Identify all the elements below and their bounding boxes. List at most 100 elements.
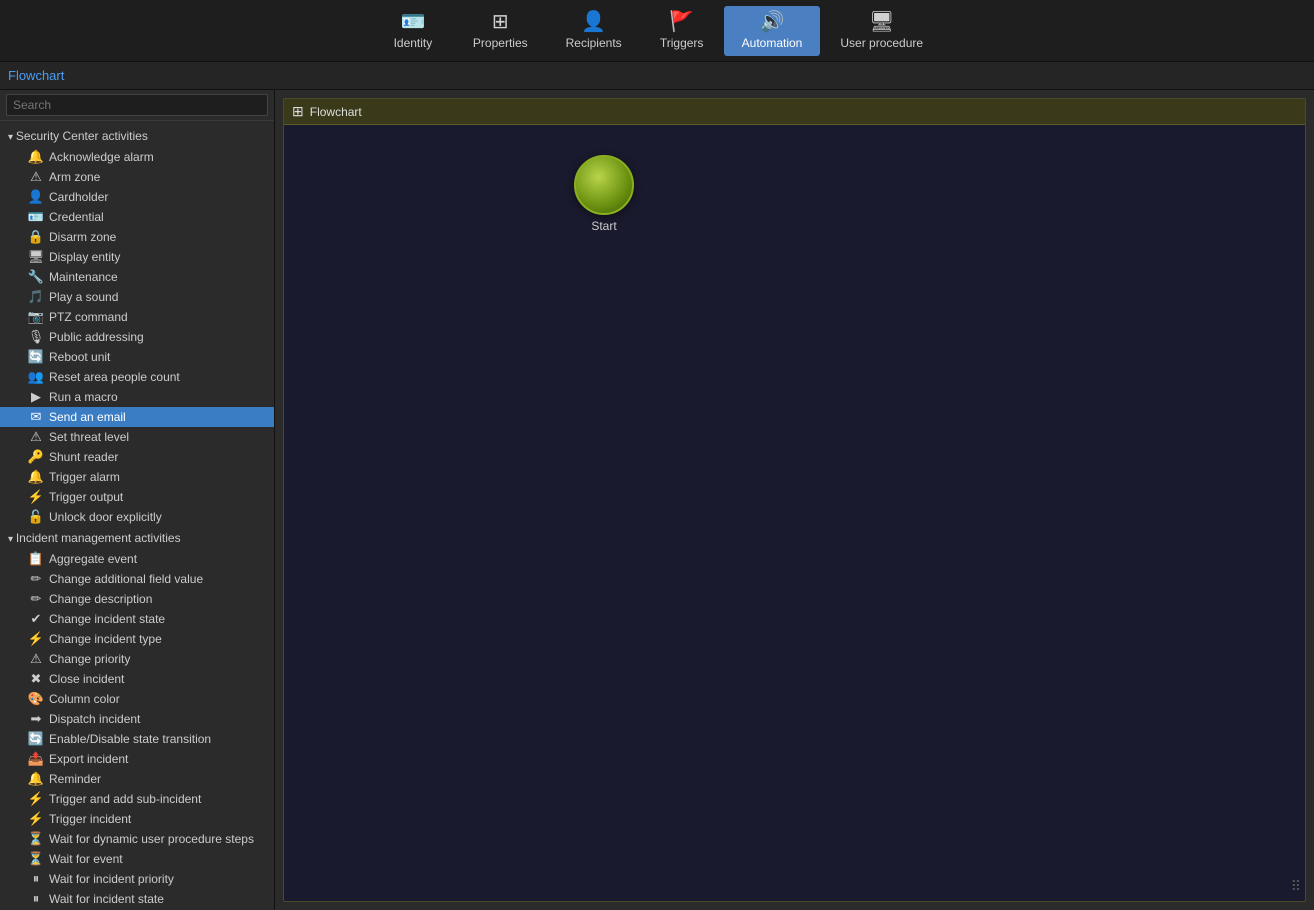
enable-disable-state-label: Enable/Disable state transition <box>49 732 211 746</box>
wait-event-icon: ⏳ <box>28 851 44 867</box>
tree-item-shunt-reader[interactable]: 🔑Shunt reader <box>0 447 274 467</box>
tree-item-maintenance[interactable]: 🔧Maintenance <box>0 267 274 287</box>
tree-item-change-incident-type[interactable]: ⚡ Change incident type <box>0 629 274 649</box>
nav-item-identity[interactable]: 🪪Identity <box>373 6 453 56</box>
change-incident-state-label: Change incident state <box>49 612 165 626</box>
credential-icon: 🪪 <box>28 209 44 225</box>
reboot-unit-icon: 🔄 <box>28 349 44 365</box>
reset-area-people-count-icon: 👥 <box>28 369 44 385</box>
dispatch-incident-icon: ➡ <box>28 711 44 727</box>
trigger-output-icon: ⚡ <box>28 489 44 505</box>
tree-item-aggregate-event[interactable]: 📋Aggregate event <box>0 549 274 569</box>
properties-label: Properties <box>473 36 528 50</box>
nav-item-user-procedure[interactable]: 🖥User procedure <box>822 6 941 56</box>
start-node: Start <box>574 155 634 233</box>
change-description-icon: ✏ <box>28 591 44 607</box>
tree-item-wait-incident-priority[interactable]: ⏸Wait for incident priority <box>0 869 274 889</box>
display-entity-icon: 🖥 <box>28 249 44 265</box>
tree-item-acknowledge-alarm[interactable]: 🔔 Acknowledge alarm <box>0 147 274 167</box>
shunt-reader-icon: 🔑 <box>28 449 44 465</box>
tree-item-play-sound[interactable]: 🎵 Play a sound <box>0 287 274 307</box>
tree-item-run-a-macro[interactable]: ▶Run a macro <box>0 387 274 407</box>
run-a-macro-label: Run a macro <box>49 390 118 404</box>
change-additional-field-label: Change additional field value <box>49 572 203 586</box>
tab-strip: Flowchart <box>0 62 1314 90</box>
user-procedure-icon: 🖥 <box>869 12 894 32</box>
tree-item-export-incident[interactable]: 📤Export incident <box>0 749 274 769</box>
change-priority-icon: ⚠ <box>28 651 44 667</box>
tree-item-trigger-alarm[interactable]: 🔔Trigger alarm <box>0 467 274 487</box>
recipients-label: Recipients <box>566 36 622 50</box>
nav-items: 🪪Identity⊞Properties👤Recipients🚩Triggers… <box>373 6 941 56</box>
public-addressing-icon: 🎙 <box>28 329 44 345</box>
public-addressing-label: Public addressing <box>49 330 144 344</box>
tree-item-send-an-email[interactable]: ✉Send an email <box>0 407 274 427</box>
enable-disable-state-icon: 🔄 <box>28 731 44 747</box>
reminder-label: Reminder <box>49 772 101 786</box>
tree-item-credential[interactable]: 🪪Credential <box>0 207 274 227</box>
set-threat-level-icon: ⚠ <box>28 429 44 445</box>
trigger-incident-label: Trigger incident <box>49 812 131 826</box>
display-entity-label: Display entity <box>49 250 120 264</box>
nav-item-triggers[interactable]: 🚩Triggers <box>642 6 722 56</box>
start-circle[interactable] <box>574 155 634 215</box>
tree-item-column-color[interactable]: 🎨Column color <box>0 689 274 709</box>
tree-item-change-description[interactable]: ✏Change description <box>0 589 274 609</box>
change-incident-type-label: Change incident type <box>49 632 162 646</box>
tree-item-unlock-door-explicitly[interactable]: 🔓Unlock door explicitly <box>0 507 274 527</box>
search-input[interactable] <box>6 94 268 116</box>
category-security-center[interactable]: Security Center activities <box>0 125 274 147</box>
tree-item-reminder[interactable]: 🔔Reminder <box>0 769 274 789</box>
tree-item-trigger-output[interactable]: ⚡ Trigger output <box>0 487 274 507</box>
trigger-add-subincident-icon: ⚡ <box>28 791 44 807</box>
wait-incident-state-label: Wait for incident state <box>49 892 164 906</box>
tree-item-reboot-unit[interactable]: 🔄Reboot unit <box>0 347 274 367</box>
wait-incident-priority-label: Wait for incident priority <box>49 872 174 886</box>
right-panel: ⊞ Flowchart Start ⠿ <box>275 90 1314 910</box>
tree-item-cardholder[interactable]: 👤Cardholder <box>0 187 274 207</box>
acknowledge-alarm-icon: 🔔 <box>28 149 44 165</box>
aggregate-event-label: Aggregate event <box>49 552 137 566</box>
tree-item-display-entity[interactable]: 🖥 Display entity <box>0 247 274 267</box>
unlock-door-explicitly-icon: 🔓 <box>28 509 44 525</box>
tree-item-disarm-zone[interactable]: 🔒Disarm zone <box>0 227 274 247</box>
tree-item-reset-area-people-count[interactable]: 👥Reset area people count <box>0 367 274 387</box>
column-color-label: Column color <box>49 692 120 706</box>
change-incident-type-icon: ⚡ <box>28 631 44 647</box>
tree-item-trigger-incident[interactable]: ⚡ Trigger incident <box>0 809 274 829</box>
cardholder-label: Cardholder <box>49 190 108 204</box>
tree-item-trigger-add-subincident[interactable]: ⚡ Trigger and add sub-incident <box>0 789 274 809</box>
tree-item-change-additional-field[interactable]: ✏Change additional field value <box>0 569 274 589</box>
tree-item-arm-zone[interactable]: ⚠Arm zone <box>0 167 274 187</box>
play-sound-label: Play a sound <box>49 290 118 304</box>
ptz-command-label: PTZ command <box>49 310 128 324</box>
nav-item-automation[interactable]: 🔊Automation <box>724 6 821 56</box>
nav-item-properties[interactable]: ⊞Properties <box>455 6 546 56</box>
tree-item-dispatch-incident[interactable]: ➡Dispatch incident <box>0 709 274 729</box>
tree-item-close-incident[interactable]: ✖Close incident <box>0 669 274 689</box>
tree-item-enable-disable-state[interactable]: 🔄 Enable/Disable state transition <box>0 729 274 749</box>
tree-item-wait-incident-state[interactable]: ⏸Wait for incident state <box>0 889 274 909</box>
disarm-zone-icon: 🔒 <box>28 229 44 245</box>
tree-item-change-incident-state[interactable]: ✔Change incident state <box>0 609 274 629</box>
identity-label: Identity <box>394 36 433 50</box>
tree-item-ptz-command[interactable]: 📷PTZ command <box>0 307 274 327</box>
activity-tree: Security Center activities 🔔 Acknowledge a… <box>0 121 274 910</box>
resize-handle[interactable]: ⠿ <box>1291 878 1301 895</box>
tree-item-wait-event[interactable]: ⏳Wait for event <box>0 849 274 869</box>
nav-item-recipients[interactable]: 👤Recipients <box>548 6 640 56</box>
send-an-email-icon: ✉ <box>28 409 44 425</box>
play-sound-icon: 🎵 <box>28 289 44 305</box>
acknowledge-alarm-label: Acknowledge alarm <box>49 150 154 164</box>
flowchart-canvas[interactable]: Start ⠿ <box>284 125 1305 899</box>
trigger-output-label: Trigger output <box>49 490 123 504</box>
maintenance-label: Maintenance <box>49 270 118 284</box>
tree-item-set-threat-level[interactable]: ⚠Set threat level <box>0 427 274 447</box>
trigger-incident-icon: ⚡ <box>28 811 44 827</box>
trigger-add-subincident-label: Trigger and add sub-incident <box>49 792 201 806</box>
flowchart-tab[interactable]: Flowchart <box>8 68 64 83</box>
tree-item-wait-dynamic-user[interactable]: ⏳Wait for dynamic user procedure steps <box>0 829 274 849</box>
tree-item-change-priority[interactable]: ⚠Change priority <box>0 649 274 669</box>
category-incident-management[interactable]: Incident management activities <box>0 527 274 549</box>
tree-item-public-addressing[interactable]: 🎙 Public addressing <box>0 327 274 347</box>
